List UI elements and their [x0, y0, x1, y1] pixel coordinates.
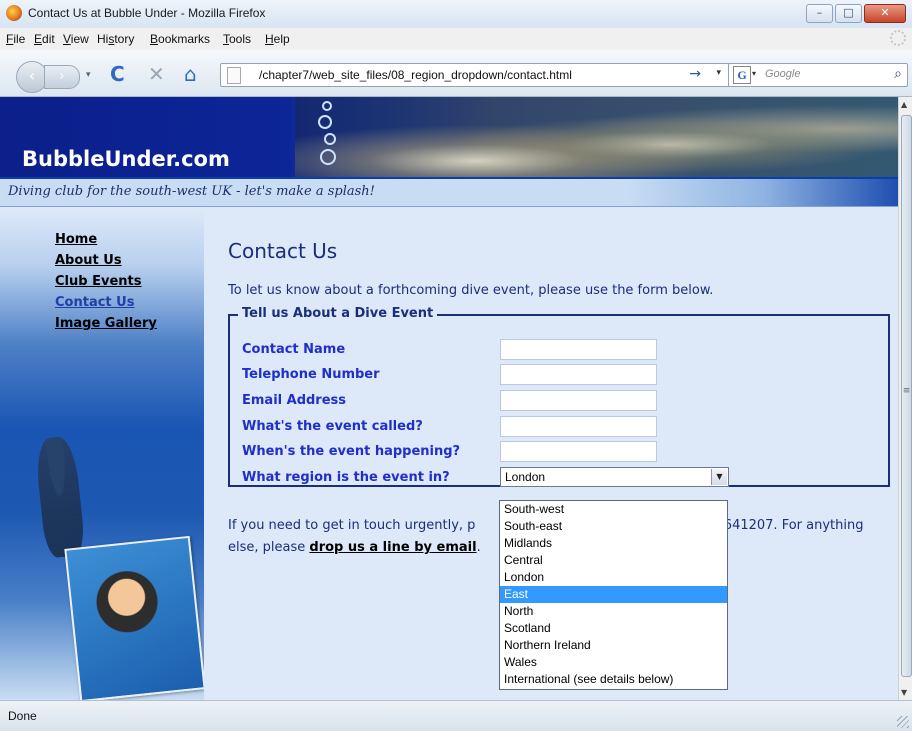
email-label: Email Address — [242, 393, 347, 408]
sidebar: Home About Us Club Events Contact Us Ima… — [0, 207, 204, 700]
region-option[interactable]: London — [500, 569, 727, 586]
region-option[interactable]: South-east — [500, 518, 727, 535]
reload-button[interactable]: C — [110, 62, 125, 86]
site-banner: BubbleUnder.com — [0, 97, 898, 177]
menu-help[interactable]: Help — [265, 32, 290, 46]
region-option[interactable]: Northern Ireland — [500, 637, 727, 654]
region-option[interactable]: International (see details below) — [500, 671, 727, 688]
menu-view[interactable]: View — [63, 32, 89, 46]
menu-bookmarks[interactable]: Bookmarks — [150, 32, 210, 46]
diver-silhouette-image — [33, 435, 87, 559]
tagline-bar: Diving club for the south-west UK - let'… — [0, 177, 898, 207]
window-controls: – □ ✕ — [806, 4, 906, 23]
home-button[interactable]: ⌂ — [184, 62, 197, 86]
form-legend: Tell us About a Dive Event — [238, 306, 438, 321]
region-label: What region is the event in? — [242, 470, 450, 485]
nav-link-contact-us[interactable]: Contact Us — [55, 295, 134, 310]
telephone-label: Telephone Number — [242, 367, 380, 382]
bubbles-decoration — [318, 101, 338, 165]
region-option[interactable]: Central — [500, 552, 727, 569]
url-dropdown-icon[interactable]: ▾ — [716, 68, 721, 78]
region-option[interactable]: Wales — [500, 654, 727, 671]
menu-history[interactable]: History — [97, 32, 134, 46]
region-option[interactable]: Scotland — [500, 620, 727, 637]
email-field[interactable] — [500, 390, 657, 411]
site-name: BubbleUnder.com — [22, 147, 230, 171]
search-input[interactable]: Google — [765, 68, 800, 80]
close-button[interactable]: ✕ — [864, 4, 906, 23]
status-bar: Done — [0, 700, 912, 731]
page-icon — [227, 67, 241, 84]
intro-text: To let us know about a forthcoming dive … — [228, 283, 714, 298]
navigation-toolbar: ‹ › ▾ C ✕ ⌂ /chapter7/web_site_files/08_… — [0, 50, 912, 97]
window-title: Contact Us at Bubble Under - Mozilla Fir… — [28, 6, 266, 20]
site-tagline: Diving club for the south-west UK - let'… — [8, 184, 375, 199]
menu-file[interactable]: File — [6, 32, 25, 46]
contact-name-label: Contact Name — [242, 342, 346, 357]
region-select[interactable]: London ▼ — [500, 467, 729, 487]
scroll-thumb[interactable]: ≡ — [901, 115, 912, 677]
coral-reef-image — [295, 97, 898, 177]
menu-tools[interactable]: Tools — [223, 32, 251, 46]
nav-link-image-gallery[interactable]: Image Gallery — [55, 316, 157, 331]
google-engine-icon[interactable]: G — [733, 66, 751, 84]
region-option[interactable]: North — [500, 603, 727, 620]
contact-text-phone: 3 641207. For anything — [711, 518, 864, 533]
maximize-button[interactable]: □ — [835, 4, 862, 23]
status-text: Done — [8, 709, 37, 723]
page-title: Contact Us — [228, 239, 338, 263]
search-bar[interactable]: G ▾ Google ⌕ — [728, 63, 908, 87]
address-bar[interactable]: /chapter7/web_site_files/08_region_dropd… — [220, 63, 730, 87]
event-date-field[interactable] — [500, 441, 657, 462]
grip-icon: ≡ — [902, 386, 911, 396]
firefox-logo-icon — [6, 5, 22, 21]
minimize-button[interactable]: – — [806, 4, 833, 23]
window-titlebar: Contact Us at Bubble Under - Mozilla Fir… — [0, 0, 912, 29]
menu-edit[interactable]: Edit — [34, 32, 55, 46]
page-viewport: BubbleUnder.com Diving club for the sout… — [0, 97, 898, 700]
chevron-down-icon[interactable]: ▼ — [711, 469, 727, 485]
url-text[interactable]: /chapter7/web_site_files/08_region_dropd… — [259, 68, 572, 82]
throbber-icon — [890, 30, 906, 46]
scroll-down-icon[interactable]: ▼ — [901, 688, 907, 697]
history-dropdown-icon[interactable]: ▾ — [86, 70, 91, 80]
stop-button[interactable]: ✕ — [148, 62, 165, 86]
dive-event-form: Tell us About a Dive Event Contact Name … — [228, 306, 890, 487]
go-arrow-icon[interactable]: → — [689, 66, 701, 82]
contact-name-field[interactable] — [500, 339, 657, 360]
event-date-label: When's the event happening? — [242, 444, 461, 459]
region-option[interactable]: South-west — [500, 501, 727, 518]
search-icon[interactable]: ⌕ — [894, 66, 902, 82]
email-link[interactable]: drop us a line by email — [309, 540, 476, 555]
event-name-field[interactable] — [500, 416, 657, 437]
contact-text-else: else, please — [228, 540, 310, 555]
scroll-up-icon[interactable]: ▲ — [901, 100, 907, 109]
telephone-field[interactable] — [500, 364, 657, 385]
region-option-highlighted[interactable]: East — [500, 586, 727, 603]
vertical-scrollbar[interactable]: ▲ ≡ ▼ — [898, 97, 912, 700]
event-name-label: What's the event called? — [242, 419, 423, 434]
menu-bar: File Edit View History Bookmarks Tools H… — [0, 28, 912, 51]
contact-text-start: If you need to get in touch urgently, p — [228, 518, 476, 533]
nav-link-about-us[interactable]: About Us — [55, 253, 122, 268]
diver-photo — [64, 535, 204, 700]
nav-link-club-events[interactable]: Club Events — [55, 274, 141, 289]
nav-link-home[interactable]: Home — [55, 232, 97, 247]
contact-text-period: . — [476, 540, 481, 555]
region-dropdown-list: South-west South-east Midlands Central L… — [499, 500, 728, 690]
region-option[interactable]: Midlands — [500, 535, 727, 552]
resize-grip-icon[interactable] — [897, 716, 909, 728]
forward-button[interactable]: › — [44, 65, 80, 89]
site-navigation: Home About Us Club Events Contact Us Ima… — [55, 229, 157, 334]
region-selected-value: London — [505, 470, 546, 484]
engine-dropdown-icon[interactable]: ▾ — [752, 69, 756, 78]
